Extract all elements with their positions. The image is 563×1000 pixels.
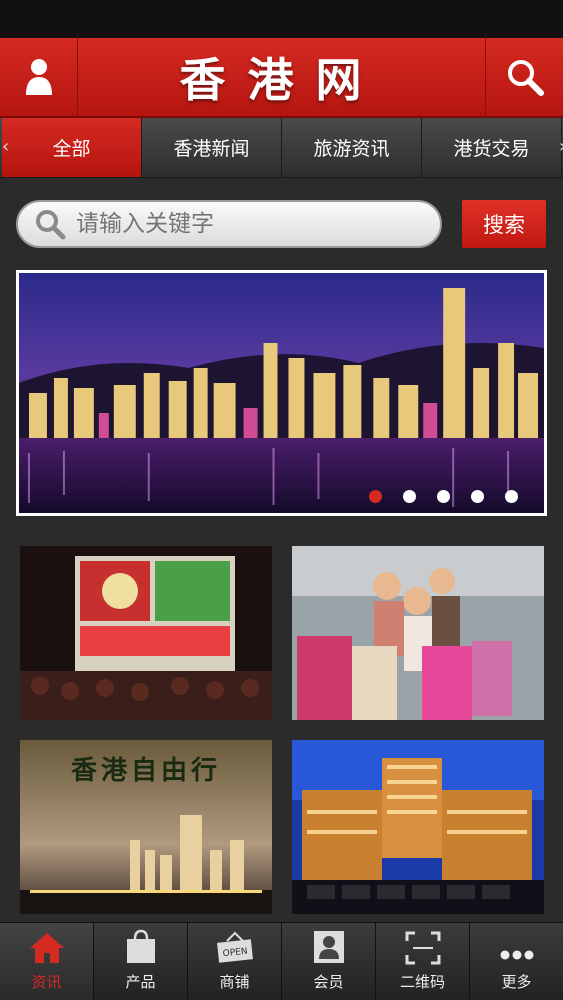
tab-travel[interactable]: 旅游资讯 — [282, 118, 422, 177]
tabbar-item-shops[interactable]: OPEN 商铺 — [188, 923, 282, 1000]
search-input[interactable] — [76, 211, 406, 237]
search-box[interactable] — [16, 200, 442, 248]
header-search-button[interactable] — [485, 37, 563, 117]
tabbar-item-products[interactable]: 产品 — [94, 923, 188, 1000]
category-tabs: ‹ 全部 香港新闻 旅游资讯 港货交易 › — [0, 118, 563, 178]
hotel-night-image — [292, 740, 544, 914]
shopping-bag-icon — [126, 929, 155, 963]
tabbar-item-more[interactable]: 更多 — [470, 923, 563, 1000]
more-icon — [500, 950, 533, 960]
tile-shopping[interactable] — [292, 546, 544, 720]
open-sign-icon: OPEN — [216, 931, 253, 963]
tab-hk-goods[interactable]: 港货交易 — [422, 118, 562, 177]
tabbar-label: 二维码 — [399, 973, 445, 991]
tabbar-item-member[interactable]: 会员 — [282, 923, 376, 1000]
tabbar-label: 产品 — [125, 973, 156, 991]
harbour-night-image — [19, 273, 544, 513]
tab-hk-news[interactable]: 香港新闻 — [142, 118, 282, 177]
home-icon — [29, 933, 64, 963]
status-bar — [0, 0, 563, 38]
carousel-dots — [369, 490, 518, 503]
tabbar-label: 会员 — [313, 973, 344, 991]
user-icon — [25, 59, 52, 95]
carousel-dot[interactable] — [471, 490, 484, 503]
bottom-tab-bar: 资讯 产品 OPEN 商铺 会员 二维码 更多 — [0, 922, 563, 1000]
market-stall-image — [20, 546, 272, 720]
app-title: 香港网 — [179, 53, 384, 107]
tile-hk-free-travel[interactable]: 香港自由行 — [20, 740, 272, 914]
carousel-dot[interactable] — [403, 490, 416, 503]
tile-hotel[interactable] — [292, 740, 544, 914]
user-button[interactable] — [0, 37, 78, 117]
search-icon — [507, 60, 544, 96]
carousel-dot[interactable] — [505, 490, 518, 503]
carousel-dot[interactable] — [369, 490, 382, 503]
carousel-dot[interactable] — [437, 490, 450, 503]
banner-carousel[interactable] — [16, 270, 547, 516]
search-button[interactable]: 搜索 — [462, 200, 546, 248]
search-row: 搜索 — [0, 178, 563, 270]
member-card-icon — [313, 931, 344, 963]
tile-caption: 香港自由行 — [70, 756, 221, 786]
tabbar-label: 更多 — [501, 973, 532, 991]
tab-all[interactable]: 全部 — [2, 118, 142, 177]
tabbar-label: 商铺 — [219, 973, 250, 991]
tabbar-item-qrcode[interactable]: 二维码 — [376, 923, 470, 1000]
tile-market-stall[interactable] — [20, 546, 272, 720]
app-header: 香港网 — [0, 37, 563, 118]
shopping-women-image — [292, 546, 544, 720]
tabbar-item-news[interactable]: 资讯 — [0, 923, 94, 1000]
qr-scan-icon — [405, 931, 440, 965]
tabbar-label: 资讯 — [31, 973, 62, 991]
magnifier-icon — [36, 210, 66, 240]
feature-grid: 香港自由行 — [0, 516, 563, 914]
